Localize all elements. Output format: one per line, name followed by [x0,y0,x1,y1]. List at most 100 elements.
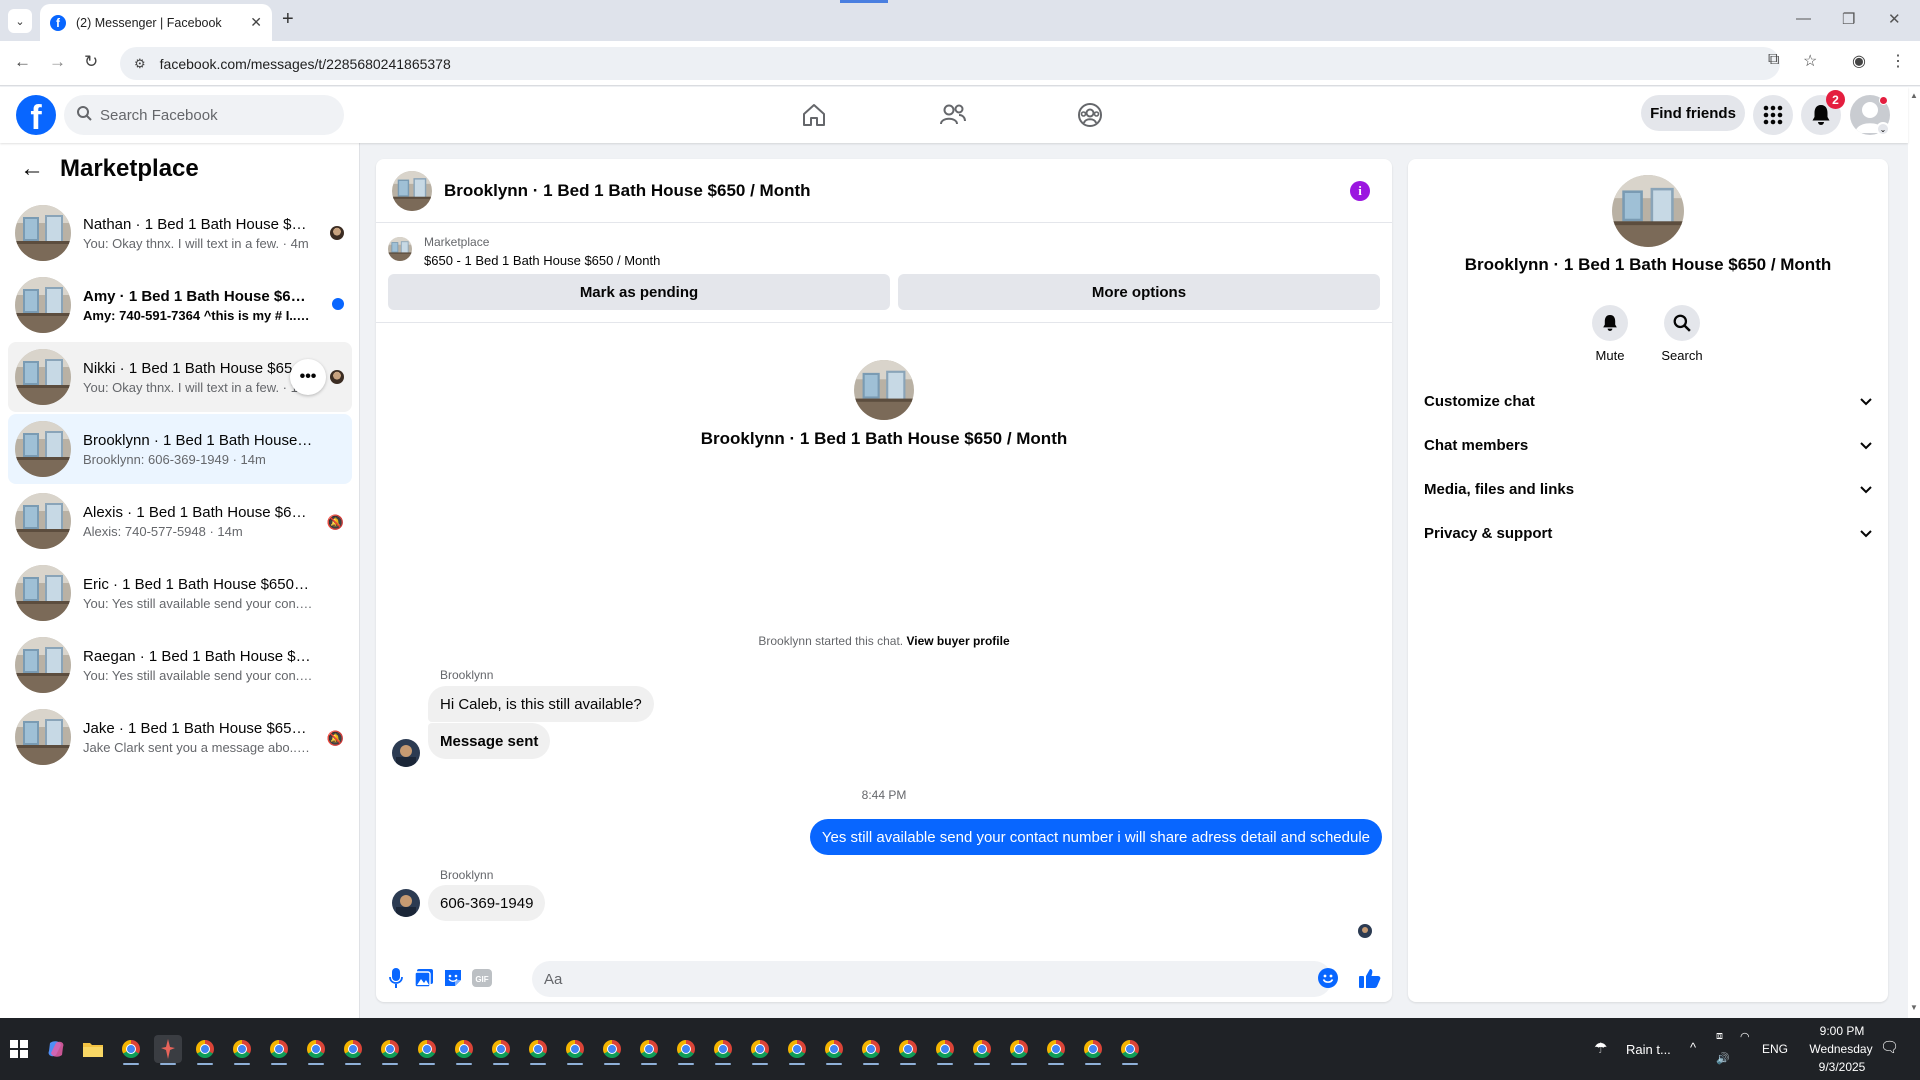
chrome-icon[interactable] [228,1035,256,1065]
notification-center-icon[interactable]: 🗨 [1880,1038,1899,1056]
chrome-icon[interactable] [376,1035,404,1065]
window-close-icon[interactable]: ✕ [1888,10,1901,28]
chrome-icon[interactable] [968,1035,996,1065]
chat-members-row[interactable]: Chat members [1416,423,1880,467]
find-friends-button[interactable]: Find friends [1641,95,1745,131]
conversation-item[interactable]: Nikki · 1 Bed 1 Bath House $650 / Month … [8,342,352,412]
chrome-icon[interactable] [894,1035,922,1065]
language-indicator[interactable]: ENG [1762,1042,1788,1056]
copilot-icon[interactable] [42,1035,70,1063]
file-explorer-icon[interactable] [79,1035,107,1063]
message-input[interactable] [532,961,1332,997]
chrome-icon[interactable] [524,1035,552,1065]
listing-title[interactable]: $650 - 1 Bed 1 Bath House $650 / Month [424,253,660,268]
chrome-icon[interactable] [117,1035,145,1065]
incoming-message[interactable]: 606-369-1949 [428,885,546,921]
chevron-down-icon[interactable]: ⌄ [1876,122,1890,136]
conversation-item[interactable]: Alexis · 1 Bed 1 Bath House $650 / Month… [8,486,352,556]
microphone-icon[interactable] [385,967,407,989]
chrome-icon[interactable] [783,1035,811,1065]
friends-icon[interactable] [937,99,969,131]
speaker-icon[interactable]: 🔊 [1716,1052,1730,1065]
weather-rain-icon[interactable]: ☂ [1594,1039,1607,1057]
tab-close-icon[interactable]: ✕ [250,14,262,31]
chrome-icon[interactable] [820,1035,848,1065]
browser-tab-messenger[interactable]: f (2) Messenger | Facebook ✕ [40,4,272,41]
search-action[interactable]: Search [1652,305,1712,363]
mark-as-pending-button[interactable]: Mark as pending [388,274,890,310]
tray-chevron-up-icon[interactable]: ^ [1690,1040,1696,1055]
conversation-item[interactable]: Jake · 1 Bed 1 Bath House $650 / Month J… [8,702,352,772]
profile-icon[interactable]: ◉ [1852,51,1866,71]
scroll-down-icon[interactable]: ▼ [1910,1003,1918,1012]
photo-icon[interactable] [413,967,435,989]
chrome-icon[interactable] [191,1035,219,1065]
search-input[interactable] [100,106,320,124]
chrome-icon[interactable] [1116,1035,1144,1065]
site-settings-icon[interactable]: ⚙ [134,56,146,72]
info-icon[interactable]: i [1350,181,1370,201]
conversation-item[interactable]: Eric · 1 Bed 1 Bath House $650 / Month Y… [8,558,352,628]
view-buyer-profile-link[interactable]: View buyer profile [906,634,1009,648]
back-icon[interactable]: ← [14,52,31,72]
clock-time[interactable]: 9:00 PM [1806,1024,1878,1038]
media-files-links-row[interactable]: Media, files and links [1416,467,1880,511]
reload-icon[interactable]: ↻ [84,52,98,72]
back-arrow-icon[interactable]: ← [20,155,44,183]
bell-icon[interactable] [1592,305,1628,341]
wifi-icon[interactable]: ◠ [1740,1030,1750,1043]
facebook-search[interactable] [64,95,344,135]
sender-avatar[interactable] [392,739,420,767]
chat-avatar[interactable] [392,171,432,211]
more-options-button[interactable]: More options [898,274,1380,310]
minimize-icon[interactable]: — [1796,10,1811,27]
gif-icon[interactable]: GIF [471,967,493,989]
chrome-icon[interactable] [709,1035,737,1065]
clock-day[interactable]: Wednesday [1798,1042,1884,1056]
chrome-icon[interactable] [635,1035,663,1065]
restore-icon[interactable]: ❐ [1842,10,1855,28]
windows-start-icon[interactable] [10,1040,28,1058]
clock-date[interactable]: 9/3/2025 [1806,1060,1878,1074]
weather-text[interactable]: Rain t... [1626,1042,1671,1057]
chrome-icon[interactable] [1079,1035,1107,1065]
chrome-icon[interactable] [450,1035,478,1065]
outgoing-message[interactable]: Yes still available send your contact nu… [809,819,1382,855]
chrome-icon[interactable] [746,1035,774,1065]
pinned-app-icon[interactable] [154,1035,182,1065]
privacy-support-row[interactable]: Privacy & support [1416,511,1880,555]
chrome-icon[interactable] [302,1035,330,1065]
camera-icon[interactable]: ⧈ [1716,1030,1723,1043]
scroll-up-icon[interactable]: ▲ [1910,91,1918,100]
page-scrollbar[interactable]: ▲ ▼ [1908,87,1920,1018]
omnibox[interactable]: ⚙ facebook.com/messages/t/22856802418653… [120,47,1780,80]
chrome-icon[interactable] [857,1035,885,1065]
more-options-icon[interactable]: ••• [290,359,326,395]
chat-title[interactable]: Brooklynn · 1 Bed 1 Bath House $650 / Mo… [444,181,811,201]
home-icon[interactable] [798,99,830,131]
menu-grid-button[interactable] [1753,95,1793,135]
thumbs-up-icon[interactable] [1359,967,1381,989]
url-text[interactable]: facebook.com/messages/t/2285680241865378 [160,56,451,72]
browser-menu-icon[interactable]: ⋮ [1890,51,1906,71]
search-icon[interactable] [1664,305,1700,341]
customize-chat-row[interactable]: Customize chat [1416,379,1880,423]
chrome-icon[interactable] [561,1035,589,1065]
chrome-icon[interactable] [1005,1035,1033,1065]
emoji-icon[interactable] [1317,967,1339,989]
forward-icon[interactable]: → [49,52,66,72]
mute-action[interactable]: Mute [1580,305,1640,363]
conversation-item[interactable]: Brooklynn · 1 Bed 1 Bath House $650 / Mo… [8,414,352,484]
conversation-item[interactable]: Amy · 1 Bed 1 Bath House $650 / Month Am… [8,270,352,340]
groups-icon[interactable] [1074,99,1106,131]
sticker-icon[interactable] [442,967,464,989]
incoming-message[interactable]: Hi Caleb, is this still available? [428,686,654,722]
install-app-icon[interactable]: ⧉ [1768,51,1779,69]
conversation-item[interactable]: Nathan · 1 Bed 1 Bath House $650 / Month… [8,198,352,268]
chrome-icon[interactable] [598,1035,626,1065]
bookmark-star-icon[interactable]: ☆ [1803,51,1817,71]
tab-search-menu[interactable]: ⌄ [8,9,32,33]
chrome-icon[interactable] [265,1035,293,1065]
conversation-item[interactable]: Raegan · 1 Bed 1 Bath House $650 / Month… [8,630,352,700]
chrome-icon[interactable] [487,1035,515,1065]
